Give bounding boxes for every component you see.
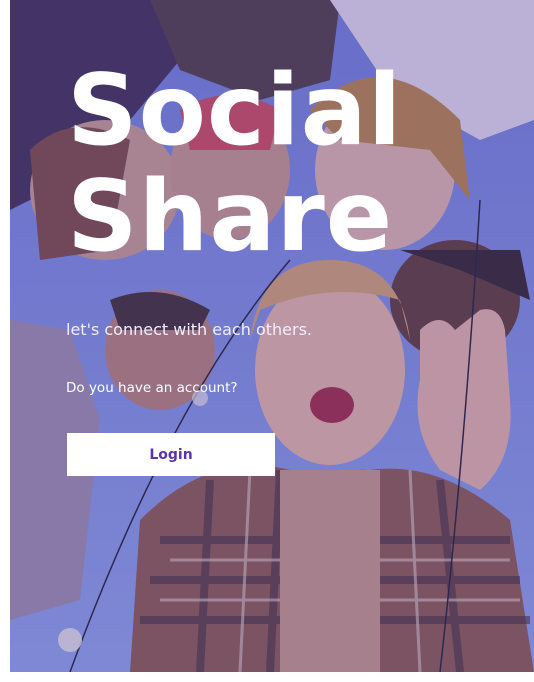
tagline: let's connect with each others. (66, 320, 312, 339)
app-title-line-2: Share (67, 160, 394, 274)
hero-section: Social Share let's connect with each oth… (10, 0, 534, 672)
app-title-line-1: Social (67, 54, 403, 168)
account-question: Do you have an account? (66, 380, 238, 396)
login-button[interactable]: Login (67, 433, 275, 476)
app-title: Social Share (67, 58, 402, 270)
